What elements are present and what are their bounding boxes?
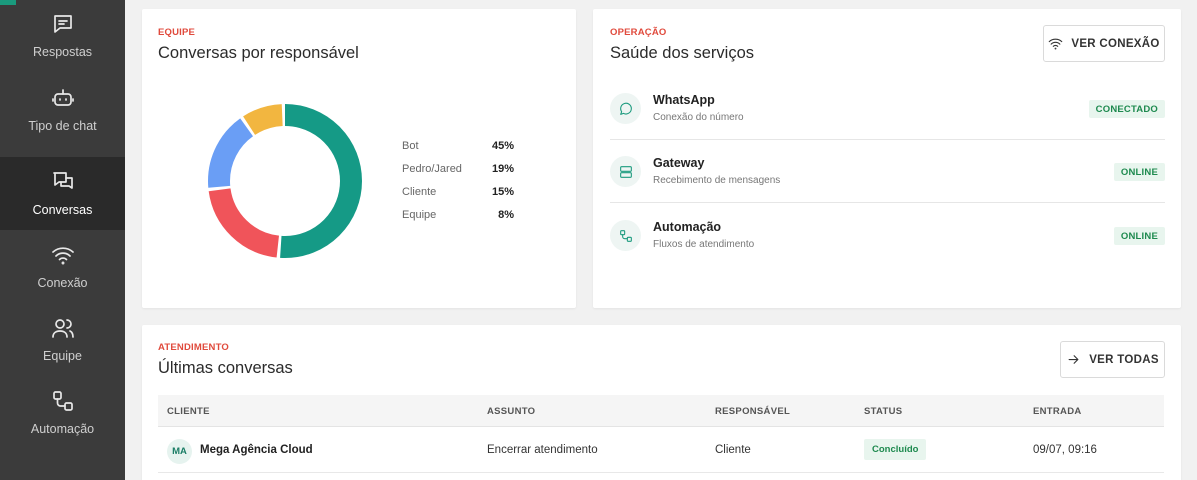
workflow-icon [610,220,641,251]
latest-conversations-card: ATENDIMENTO Últimas conversas VER TODAS … [142,325,1181,480]
sidebar-item-conexao[interactable]: Conexão [0,230,125,303]
donut-chart [208,104,362,258]
service-desc: Fluxos de atendimento [653,239,755,250]
legend-item: Pedro/Jared 19% [402,163,514,175]
sidebar-item-label: Conversas [32,203,93,217]
status-badge: ONLINE [1113,227,1165,245]
service-row-automacao: Automação Fluxos de atendimento ONLINE [610,203,1165,267]
sidebar-item-label: Tipo de chat [28,119,97,133]
sidebar-item-conversas[interactable]: Conversas [0,157,125,230]
service-row-gateway: Gateway Recebimento de mensagens ONLINE [610,139,1165,203]
service-name: Automação [653,220,722,234]
sidebar-item-label: Automação [30,422,95,436]
ops-eyebrow: OPERAÇÃO [610,27,667,38]
service-name: WhatsApp [653,93,715,107]
column-header-entrada[interactable]: ENTRADA [1033,406,1082,417]
legend-value: 15% [491,186,514,198]
view-all-label: VER TODAS [1089,353,1159,366]
service-name: Gateway [653,156,705,170]
column-header-responsavel[interactable]: RESPONSÁVEL [715,406,790,417]
view-connection-button[interactable]: VER CONEXÃO [1043,25,1165,62]
service-desc: Conexão do número [653,112,744,123]
client-name: Mega Agência Cloud [200,444,313,456]
sidebar: Respostas Tipo de chat Conversas Conexão… [0,0,125,480]
legend-item: Cliente 15% [402,186,514,198]
column-header-assunto[interactable]: ASSUNTO [487,406,535,417]
owner-cell: Cliente [715,444,751,456]
bot-icon [51,89,74,106]
sidebar-item-automacao[interactable]: Automação [0,376,125,449]
subject-cell: Encerrar atendimento [487,444,598,456]
column-header-cliente[interactable]: CLIENTE [167,406,210,417]
service-desc: Recebimento de mensagens [653,175,781,186]
sidebar-item-label: Equipe [43,349,82,363]
legend-item: Equipe 8% [402,209,514,221]
team-eyebrow: EQUIPE [158,27,196,38]
team-card: EQUIPE Conversas por responsável Bot 45% P… [142,9,576,308]
wifi-icon [1049,38,1063,50]
conversations-icon [52,172,73,189]
workflow-icon [52,391,73,411]
legend-item: Bot 45% [402,140,514,152]
sidebar-item-equipe[interactable]: Equipe [0,303,125,376]
sidebar-item-respostas[interactable]: Respostas [0,0,125,72]
legend-value: 8% [498,209,514,221]
wifi-icon [51,247,74,265]
legend-label: Cliente [402,186,437,198]
donut-slices [208,104,362,258]
sidebar-item-label: Conexão [37,276,88,290]
operations-card: OPERAÇÃO Saúde dos serviços VER CONEXÃO … [593,9,1181,308]
message-square-icon [53,15,72,33]
legend-label: Equipe [402,209,437,221]
ops-title: Saúde dos serviços [610,44,754,62]
column-header-status[interactable]: STATUS [864,406,902,417]
view-all-button[interactable]: VER TODAS [1060,341,1165,378]
legend-value: 19% [491,163,514,175]
sidebar-item-label: Respostas [32,45,93,59]
table-header: CLIENTE ASSUNTO RESPONSÁVEL STATUS ENTRA… [158,395,1164,427]
status-badge: CONECTADO [1088,100,1165,118]
server-icon [610,156,641,187]
legend-label: Bot [402,140,419,152]
status-badge: ONLINE [1113,163,1165,181]
latest-title: Últimas conversas [158,359,293,377]
entry-cell: 09/07, 09:16 [1033,444,1097,456]
legend-value: 45% [491,140,514,152]
chat-bubble-icon [610,93,641,124]
table-row[interactable]: MA Mega Agência Cloud Encerrar atendimen… [158,427,1164,473]
status-badge: Concluído [864,439,927,460]
sidebar-item-tipo-de-chat[interactable]: Tipo de chat [0,73,125,146]
team-title: Conversas por responsável [158,44,359,62]
arrow-right-icon [1068,355,1079,364]
users-icon [51,319,74,338]
avatar: MA [167,439,192,464]
legend-label: Pedro/Jared [402,163,462,175]
service-row-whatsapp: WhatsApp Conexão do número CONECTADO [610,76,1165,140]
view-connection-label: VER CONEXÃO [1071,37,1160,50]
latest-eyebrow: ATENDIMENTO [158,342,229,353]
